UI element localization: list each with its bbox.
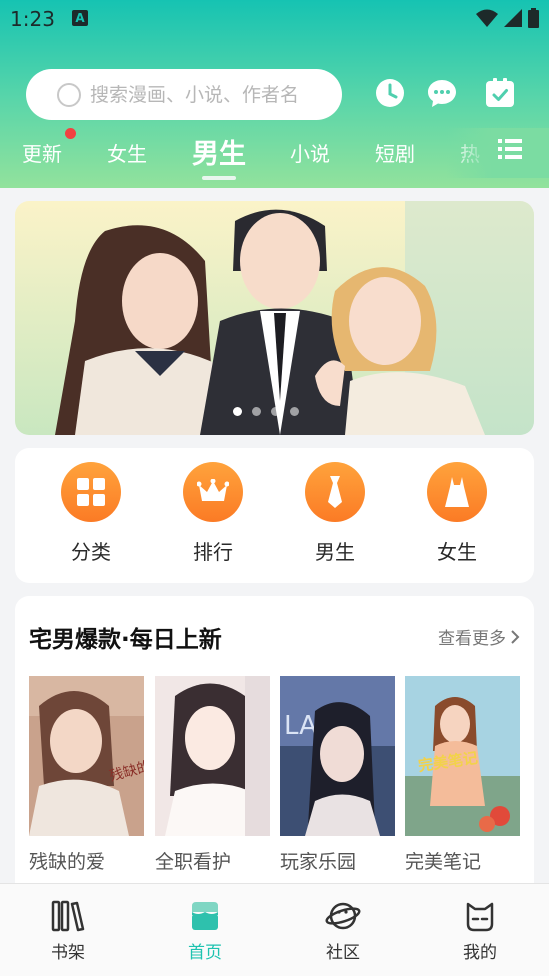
dress-icon [427,462,487,522]
nav-home[interactable]: 首页 [165,898,245,963]
book-title: 完美笔记 [405,851,482,873]
nav-bookshelf[interactable]: 书架 [28,898,108,963]
book-card[interactable]: 残缺的爱 残缺的爱 [29,676,144,874]
quick-nav-male[interactable]: 男生 [290,462,380,565]
see-more-label: 查看更多 [438,629,506,649]
nav-community[interactable]: 社区 [303,898,383,963]
book-cover: LA [280,676,395,836]
banner-dot[interactable] [290,407,299,416]
quick-nav-label: 排行 [193,540,233,564]
quick-nav-label: 分类 [71,540,111,564]
planet-icon [303,898,383,934]
tab-female[interactable]: 女生 [107,138,147,167]
search-bar[interactable] [26,69,342,120]
banner-dot[interactable] [271,407,280,416]
signal-icon [504,9,522,27]
bookshelf-icon [28,898,108,934]
grid-icon [61,462,121,522]
book-card[interactable]: LA 玩家乐园 [280,676,395,874]
nav-label: 书架 [51,943,85,963]
see-more-link[interactable]: 查看更多 [438,624,520,649]
tab-indicator [202,176,236,180]
book-title: 残缺的爱 [29,851,106,873]
nav-label: 首页 [188,943,222,963]
tab-male[interactable]: 男生 [192,132,246,171]
battery-icon [528,8,539,28]
cover-title: LA [284,711,317,741]
quick-nav-label: 男生 [315,540,355,564]
search-input[interactable] [90,83,330,106]
nav-label: 社区 [326,943,360,963]
book-cover: 残缺的爱 [29,676,144,836]
quick-nav-ranking[interactable]: 排行 [168,462,258,565]
message-icon[interactable] [427,78,457,108]
status-bar: 1:23 A [0,0,549,38]
book-card[interactable]: 全职看护 [155,676,270,874]
chevron-right-icon [511,629,520,644]
crown-icon [183,462,243,522]
book-title: 玩家乐园 [280,851,357,873]
tab-short-drama[interactable]: 短剧 [375,138,415,167]
banner-dot[interactable] [233,407,242,416]
bottom-nav: 书架 首页 社区 我的 [0,883,549,976]
home-icon [165,898,245,934]
cat-face-icon [440,898,520,934]
banner-pagination [233,407,299,416]
wifi-icon [476,9,498,27]
section-title: 宅男爆款·每日上新 [29,627,222,653]
quick-nav-card: 分类 排行 男生 女生 [15,448,534,583]
nav-profile[interactable]: 我的 [440,898,520,963]
book-cover [155,676,270,836]
quick-nav-label: 女生 [437,540,477,564]
banner-carousel[interactable] [15,201,534,435]
tab-updates[interactable]: 更新 [22,138,62,167]
book-title: 全职看护 [155,851,232,873]
checkin-icon[interactable] [485,78,515,108]
banner-illustration [15,201,534,435]
book-cover: 完美笔记 [405,676,520,836]
search-icon [57,82,81,107]
tie-icon [305,462,365,522]
notification-a-icon: A [72,10,88,26]
menu-icon[interactable] [498,138,522,160]
update-dot-badge [65,128,76,139]
history-icon[interactable] [375,78,405,108]
nav-label: 我的 [463,943,497,963]
status-time: 1:23 [10,7,55,31]
book-card[interactable]: 完美笔记 完美笔记 [405,676,520,874]
banner-dot[interactable] [252,407,261,416]
recommend-section: 宅男爆款·每日上新 查看更多 残缺的爱 残缺的爱 全职看护 LA 玩家乐园 完美… [15,596,534,896]
tab-novel[interactable]: 小说 [290,138,330,167]
status-icons [476,8,539,28]
quick-nav-female[interactable]: 女生 [412,462,502,565]
quick-nav-category[interactable]: 分类 [46,462,136,565]
